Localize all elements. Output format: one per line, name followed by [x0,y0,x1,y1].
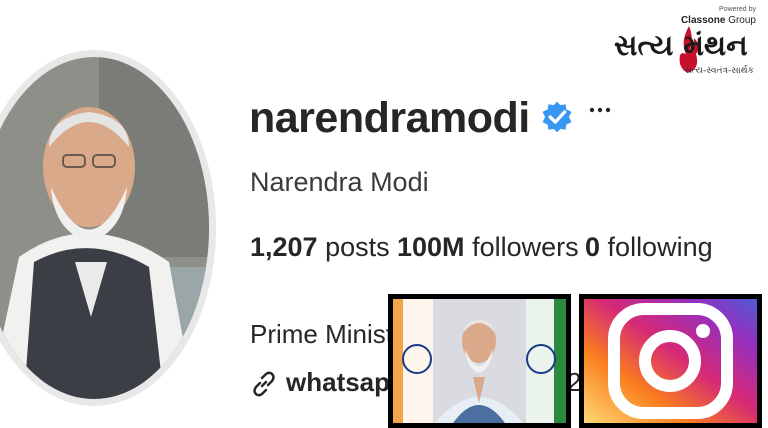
inset-photo [393,299,566,423]
followers-count: 100M [397,232,465,262]
brand-tagline: સત્ય-સ્વતંત્ર-સાર્થક [684,66,754,76]
following-label: following [607,232,713,262]
following-count: 0 [585,232,601,262]
posts-stat: 1,207 posts [250,232,390,263]
instagram-logo-card [579,294,762,428]
instagram-logo-icon [584,299,757,423]
profile-username: narendramodi [249,94,530,142]
brand-group-rest: Group [725,15,756,26]
posts-label: posts [325,232,390,262]
verified-badge-icon [542,101,572,133]
following-stat[interactable]: 0 following [585,232,713,263]
profile-avatar-photo [0,57,209,399]
link-icon [253,371,275,397]
profile-full-name: Narendra Modi [250,167,429,197]
posts-count: 1,207 [250,232,318,262]
more-options-icon[interactable] [589,100,611,120]
brand-name: સત્ય મંથન [614,28,748,62]
profile-bio: Prime Ministe [250,319,408,349]
inset-photo-card [388,294,571,428]
followers-label: followers [472,232,579,262]
profile-avatar[interactable] [0,50,216,406]
followers-stat[interactable]: 100M followers [397,232,579,263]
brand-powered-by: Powered by [719,6,756,13]
brand-watermark: Powered by Classone Group સત્ય મંથન સત્ય… [612,4,764,80]
